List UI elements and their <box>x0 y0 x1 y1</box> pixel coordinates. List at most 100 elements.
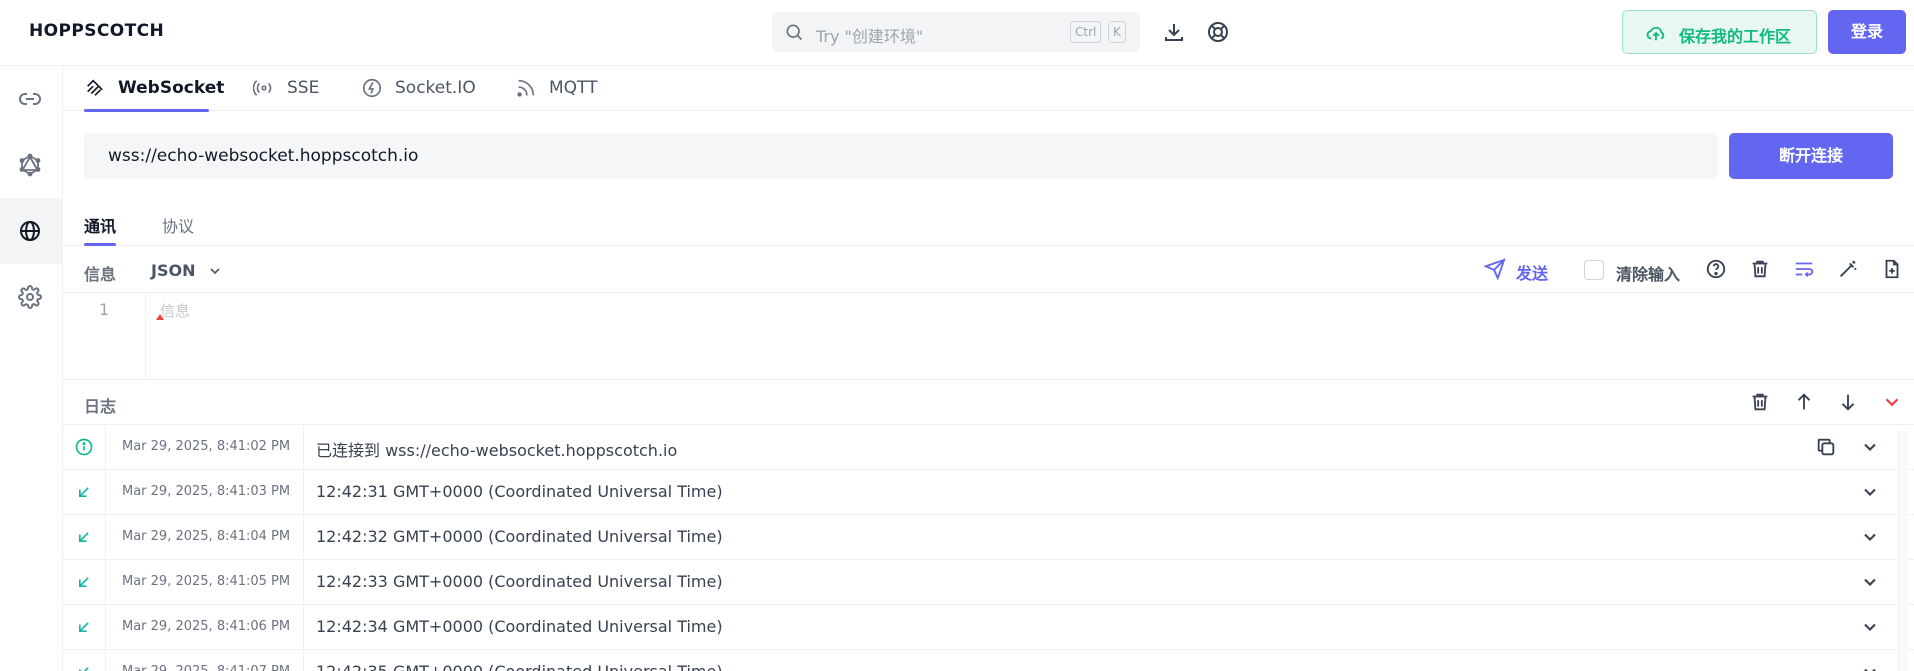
download-icon[interactable] <box>1162 20 1186 44</box>
log-row[interactable]: Mar 29, 2025, 8:41:03 PM 12:42:31 GMT+00… <box>63 470 1914 515</box>
expand-chevron-icon[interactable] <box>1860 617 1880 637</box>
search-input[interactable]: Try "创建环境" Ctrl K <box>772 12 1140 52</box>
help-icon[interactable] <box>1705 258 1727 280</box>
format-value: JSON <box>151 261 196 280</box>
expand-chevron-icon[interactable] <box>1860 662 1880 671</box>
log-row-time: Mar 29, 2025, 8:41:07 PM <box>106 650 304 671</box>
log-title: 日志 <box>84 397 117 416</box>
expand-chevron-icon[interactable] <box>1860 572 1880 592</box>
graphql-icon <box>19 153 41 177</box>
save-workspace-label: 保存我的工作区 <box>1679 27 1792 46</box>
sidebar-item-settings[interactable] <box>0 264 62 330</box>
log-row-message: 12:42:35 GMT+0000 (Coordinated Universal… <box>316 662 723 671</box>
cloud-upload-icon <box>1646 26 1665 41</box>
line-number: 1 <box>99 300 110 319</box>
tab-communication[interactable]: 通讯 <box>84 213 117 246</box>
log-row[interactable]: Mar 29, 2025, 8:41:04 PM 12:42:32 GMT+00… <box>63 515 1914 560</box>
expand-chevron-icon[interactable] <box>1860 527 1880 547</box>
save-workspace-button[interactable]: 保存我的工作区 <box>1622 10 1817 54</box>
tab-mqtt[interactable]: MQTT <box>515 66 610 111</box>
tab-mqtt-label: MQTT <box>549 78 598 98</box>
checkbox-box[interactable] <box>1584 260 1604 280</box>
search-placeholder: Try "创建环境" <box>816 27 924 46</box>
editor-placeholder: 信息 <box>160 302 191 320</box>
log-row-icon-cell <box>63 515 106 560</box>
socketio-icon <box>362 78 382 98</box>
file-add-icon[interactable] <box>1881 258 1903 280</box>
sidebar-item-graphql[interactable] <box>0 132 62 198</box>
send-label: 发送 <box>1516 264 1549 283</box>
magic-wand-icon[interactable] <box>1837 258 1859 280</box>
wrap-lines-icon[interactable] <box>1793 258 1815 280</box>
arrow-down-left-icon <box>79 622 89 632</box>
log-clear-trash-icon[interactable] <box>1749 391 1771 413</box>
trash-icon[interactable] <box>1749 258 1771 280</box>
shortcut-ctrl: Ctrl <box>1070 21 1102 43</box>
log-row-message: 12:42:34 GMT+0000 (Coordinated Universal… <box>316 617 723 636</box>
send-button[interactable]: 发送 <box>1484 256 1564 283</box>
disconnect-button[interactable]: 断开连接 <box>1729 133 1893 179</box>
log-row-message: 12:42:31 GMT+0000 (Coordinated Universal… <box>316 482 723 501</box>
send-icon <box>1484 258 1506 280</box>
editor-gutter: 1 <box>63 293 146 379</box>
message-label: 信息 <box>84 265 117 284</box>
help-lifebuoy-icon[interactable] <box>1206 20 1230 44</box>
log-row-time: Mar 29, 2025, 8:41:03 PM <box>106 470 304 515</box>
url-input[interactable]: wss://echo-websocket.hoppscotch.io <box>84 133 1718 179</box>
collapse-chevron-icon[interactable] <box>1881 391 1903 413</box>
tab-protocols[interactable]: 协议 <box>162 213 194 246</box>
login-button[interactable]: 登录 <box>1828 10 1906 54</box>
clear-input-label: 清除输入 <box>1616 265 1681 284</box>
log-row[interactable]: Mar 29, 2025, 8:41:06 PM 12:42:34 GMT+00… <box>63 605 1914 650</box>
log-row-icon-cell <box>63 605 106 650</box>
log-list: Mar 29, 2025, 8:41:02 PM 已连接到 wss://echo… <box>63 425 1914 671</box>
log-row-message: 12:42:33 GMT+0000 (Coordinated Universal… <box>316 572 723 591</box>
sidebar-item-realtime[interactable] <box>0 198 62 264</box>
log-row-time: Mar 29, 2025, 8:41:02 PM <box>106 425 304 470</box>
log-row[interactable]: Mar 29, 2025, 8:41:02 PM 已连接到 wss://echo… <box>63 425 1914 470</box>
sidebar-item-rest[interactable] <box>0 66 62 132</box>
tab-websocket[interactable]: WebSocket <box>84 66 224 112</box>
tab-sse-label: SSE <box>287 78 320 98</box>
log-row[interactable]: Mar 29, 2025, 8:41:07 PM 12:42:35 GMT+00… <box>63 650 1914 671</box>
copy-icon[interactable] <box>1815 436 1837 458</box>
tab-sse[interactable]: SSE <box>253 66 333 111</box>
request-sub-tabs: 通讯 协议 <box>63 200 1914 246</box>
log-row-message: 已连接到 wss://echo-websocket.hoppscotch.io <box>316 441 678 460</box>
sidebar <box>0 66 63 671</box>
log-header: 日志 <box>63 380 1914 425</box>
log-row-message: 12:42:32 GMT+0000 (Coordinated Universal… <box>316 527 723 546</box>
log-row-icon-cell <box>63 560 106 605</box>
log-row-time: Mar 29, 2025, 8:41:05 PM <box>106 560 304 605</box>
arrow-up-icon[interactable] <box>1793 391 1815 413</box>
message-editor[interactable]: 1 信息 <box>63 293 1914 380</box>
expand-chevron-icon[interactable] <box>1860 482 1880 502</box>
chevron-down-icon <box>210 268 220 275</box>
arrow-down-icon[interactable] <box>1837 391 1859 413</box>
log-row-icon-cell <box>63 470 106 515</box>
gear-icon <box>18 285 42 309</box>
globe-icon <box>20 221 40 241</box>
arrow-down-left-icon <box>79 577 89 587</box>
arrow-down-left-icon <box>79 532 89 542</box>
message-toolbar: 信息 JSON 发送 清除输入 <box>63 246 1914 293</box>
log-scrollbar[interactable] <box>1898 430 1908 671</box>
format-select[interactable]: JSON <box>151 261 220 280</box>
log-row-icon-cell <box>63 425 106 470</box>
expand-chevron-icon[interactable] <box>1860 437 1880 457</box>
arrow-down-left-icon <box>79 487 89 497</box>
brand-logo[interactable]: HOPPSCOTCH <box>29 21 164 41</box>
arrow-down-left-icon <box>79 667 89 671</box>
top-header: HOPPSCOTCH Try "创建环境" Ctrl K 保存我的工作区 登录 <box>0 0 1914 66</box>
protocol-tabs: WebSocket SSE Socket.IO MQTT <box>63 66 1914 112</box>
search-icon <box>786 24 803 41</box>
tab-socketio[interactable]: Socket.IO <box>361 66 481 111</box>
tab-websocket-label: WebSocket <box>118 78 225 98</box>
log-row[interactable]: Mar 29, 2025, 8:41:05 PM 12:42:33 GMT+00… <box>63 560 1914 605</box>
link-icon <box>19 93 41 105</box>
websocket-icon <box>87 79 103 96</box>
log-row-icon-cell <box>63 650 106 671</box>
log-row-time: Mar 29, 2025, 8:41:06 PM <box>106 605 304 650</box>
tab-socketio-label: Socket.IO <box>395 78 476 98</box>
rss-icon <box>517 79 535 97</box>
